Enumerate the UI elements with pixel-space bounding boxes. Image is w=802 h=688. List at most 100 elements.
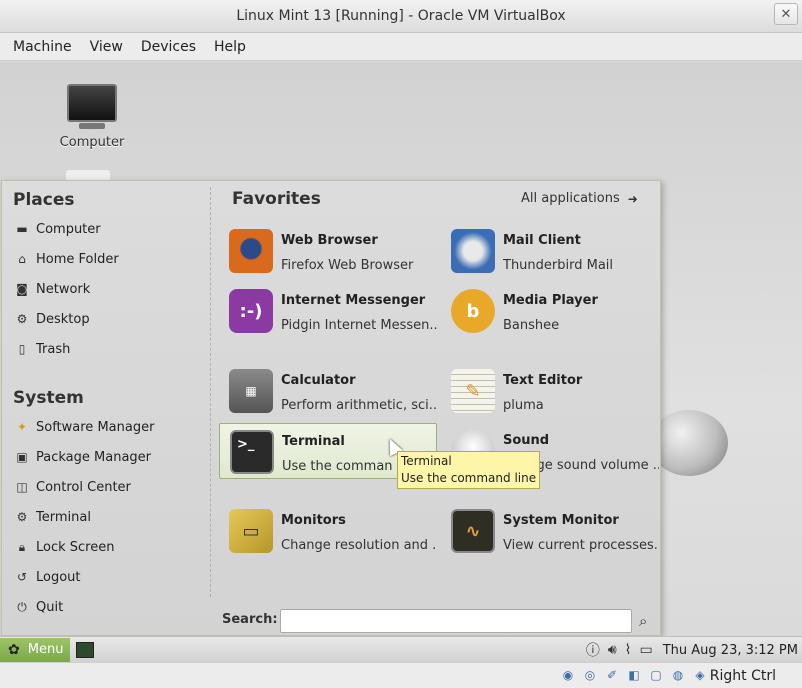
lock-icon: 🔒︎	[18, 539, 26, 554]
vbox-status-icons: ◉ ◎ ✐ ◧ ▢ ◍ ◈	[560, 667, 708, 683]
app-internet-messenger[interactable]: :-) Internet Messenger Pidgin Internet M…	[219, 283, 437, 339]
tooltip: Terminal Use the command line	[397, 451, 541, 489]
terminal-icon: >_	[230, 430, 274, 474]
app-media-player[interactable]: b Media Player Banshee	[441, 283, 659, 339]
app-name: System Monitor	[503, 513, 619, 528]
show-desktop-icon[interactable]	[76, 641, 94, 658]
menu-view[interactable]: View	[81, 39, 132, 55]
places-item-label: Network	[36, 281, 91, 297]
thunderbird-icon	[451, 229, 495, 273]
monitor-icon: ▬	[16, 222, 28, 236]
app-desc: Firefox Web Browser	[281, 258, 414, 273]
app-desc: Banshee	[503, 318, 560, 333]
window-title: Linux Mint 13 [Running] - Oracle VM Virt…	[236, 8, 566, 24]
network-adapter-icon[interactable]: ◍	[670, 667, 686, 683]
menu-divider	[210, 187, 211, 597]
system-item-label: Terminal	[36, 509, 91, 525]
app-desc: Pidgin Internet Messen...	[281, 318, 437, 333]
all-applications-button[interactable]: All applications ➜	[521, 191, 638, 206]
star-icon: ✦	[16, 420, 28, 434]
monitor-icon	[67, 84, 117, 122]
menu-machine[interactable]: Machine	[4, 39, 81, 55]
search-icon[interactable]: ⌕	[639, 612, 657, 630]
app-name: Sound	[503, 433, 550, 448]
menu-button[interactable]: ✿ Menu	[0, 637, 70, 662]
app-monitors[interactable]: ▭ Monitors Change resolution and ...	[219, 503, 437, 559]
system-item-lock-screen[interactable]: 🔒︎ Lock Screen	[14, 536, 115, 558]
window-titlebar: Linux Mint 13 [Running] - Oracle VM Virt…	[0, 0, 802, 33]
bottom-panel: ✿ Menu ⓘ 🔊︎ ⌇ ▭ Thu Aug 23, 3:12 PM	[0, 636, 802, 662]
clock[interactable]: Thu Aug 23, 3:12 PM	[663, 643, 798, 658]
system-tray: ⓘ 🔊︎ ⌇ ▭ Thu Aug 23, 3:12 PM	[586, 639, 798, 661]
system-item-label: Software Manager	[36, 419, 155, 435]
app-web-browser[interactable]: Web Browser Firefox Web Browser	[219, 223, 437, 279]
menubar: Machine View Devices Help	[0, 33, 802, 61]
favorites-title: Favorites	[232, 189, 321, 209]
app-name: Internet Messenger	[281, 293, 426, 308]
optical-drive-icon[interactable]: ◎	[582, 667, 598, 683]
gear-icon: ✿	[8, 641, 20, 658]
banshee-icon: b	[451, 289, 495, 333]
calculator-icon: ▦	[229, 369, 273, 413]
control-icon: ◫	[16, 480, 28, 494]
monitors-icon: ▭	[229, 509, 273, 553]
app-desc: Change resolution and ...	[281, 538, 437, 553]
app-desc: pluma	[503, 398, 544, 413]
system-item-label: Control Center	[36, 479, 131, 495]
menu-devices[interactable]: Devices	[132, 39, 205, 55]
app-desc: Use the command line	[282, 459, 392, 474]
search-input[interactable]	[280, 609, 632, 633]
app-desc: Thunderbird Mail	[503, 258, 614, 273]
display-icon[interactable]: ▢	[648, 667, 664, 683]
app-name: Web Browser	[281, 233, 378, 248]
places-item-home[interactable]: ⌂ Home Folder	[14, 248, 119, 270]
network-cable-icon[interactable]: ⌇	[625, 642, 632, 658]
volume-icon[interactable]: 🔊︎	[608, 642, 617, 658]
vbox-statusbar: ◉ ◎ ✐ ◧ ▢ ◍ ◈ Right Ctrl	[0, 662, 802, 688]
battery-icon[interactable]: ▭	[640, 642, 653, 658]
system-item-logout[interactable]: ↺ Logout	[14, 566, 81, 588]
update-shield-icon[interactable]: ⓘ	[586, 640, 600, 660]
close-button[interactable]: ✕	[774, 3, 798, 25]
desktop-icon: ⚙	[16, 312, 28, 326]
desktop-icon-label: Computer	[59, 135, 125, 150]
home-icon: ⌂	[18, 252, 26, 266]
app-text-editor[interactable]: ✎ Text Editor pluma	[441, 363, 659, 419]
places-item-network[interactable]: ◙ Network	[14, 278, 90, 300]
system-item-terminal[interactable]: ⚙ Terminal	[14, 506, 91, 528]
power-icon: ⏻	[17, 599, 27, 614]
host-key-label: Right Ctrl	[709, 668, 776, 684]
app-system-monitor[interactable]: ∿ System Monitor View current processes.…	[441, 503, 659, 559]
package-icon: ▣	[16, 450, 28, 464]
mouse-integration-icon[interactable]: ◈	[692, 667, 708, 683]
network-icon: ◙	[16, 282, 28, 296]
places-item-computer[interactable]: ▬ Computer	[14, 218, 100, 240]
menu-help[interactable]: Help	[205, 39, 255, 55]
places-title: Places	[13, 190, 75, 210]
logout-icon: ↺	[16, 570, 28, 584]
system-monitor-icon: ∿	[451, 509, 495, 553]
system-item-label: Lock Screen	[36, 539, 115, 555]
arrow-right-icon: ➜	[627, 191, 638, 206]
firefox-icon	[229, 229, 273, 273]
app-name: Media Player	[503, 293, 598, 308]
places-item-trash[interactable]: ▯ Trash	[14, 338, 71, 360]
text-editor-icon: ✎	[451, 369, 495, 413]
system-item-label: Quit	[36, 599, 64, 615]
app-mail-client[interactable]: Mail Client Thunderbird Mail	[441, 223, 659, 279]
terminal-icon: ⚙	[16, 510, 28, 524]
app-calculator[interactable]: ▦ Calculator Perform arithmetic, sci...	[219, 363, 437, 419]
system-item-quit[interactable]: ⏻ Quit	[14, 596, 63, 618]
system-item-software-manager[interactable]: ✦ Software Manager	[14, 416, 154, 438]
shared-folders-icon[interactable]: ◧	[626, 667, 642, 683]
app-name: Mail Client	[503, 233, 581, 248]
system-item-package-manager[interactable]: ▣ Package Manager	[14, 446, 151, 468]
tooltip-title: Terminal	[401, 454, 452, 468]
hard-disk-icon[interactable]: ◉	[560, 667, 576, 683]
close-icon: ✕	[780, 6, 792, 22]
places-item-label: Desktop	[36, 311, 90, 327]
desktop-computer-icon[interactable]: Computer	[58, 84, 126, 150]
places-item-desktop[interactable]: ⚙ Desktop	[14, 308, 90, 330]
usb-icon[interactable]: ✐	[604, 667, 620, 683]
system-item-control-center[interactable]: ◫ Control Center	[14, 476, 131, 498]
